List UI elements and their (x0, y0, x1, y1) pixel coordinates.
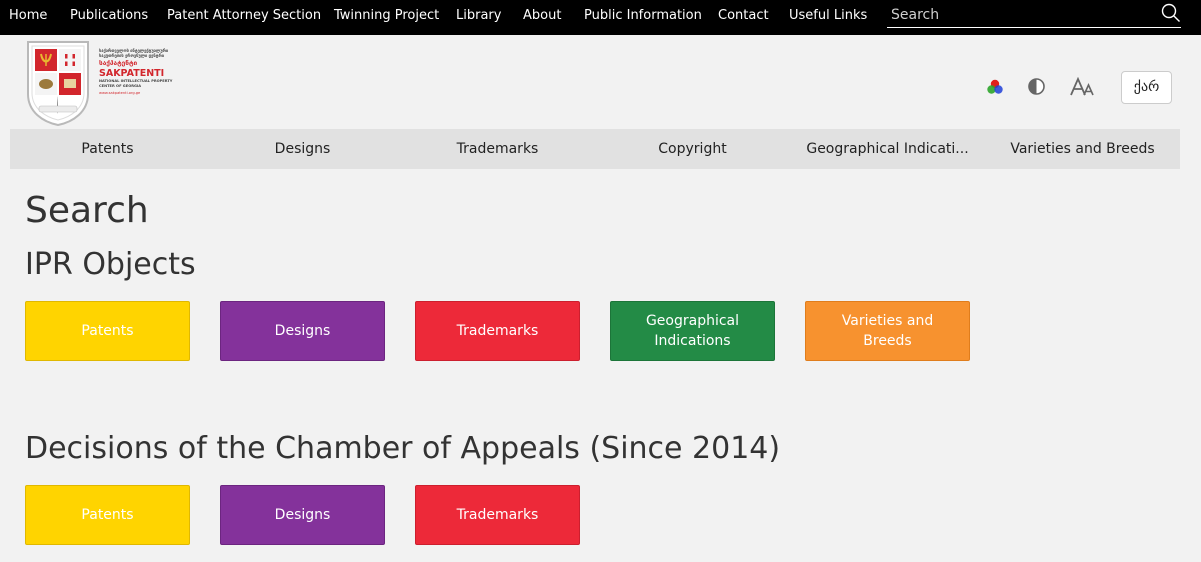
search-icon[interactable] (1161, 3, 1181, 23)
ipr-tile-trademarks[interactable]: Trademarks (415, 301, 580, 361)
language-switch-button[interactable]: ქარ (1121, 71, 1172, 104)
nav-publications[interactable]: Publications (70, 0, 148, 32)
search-input[interactable] (891, 4, 1151, 26)
ipr-tile-designs[interactable]: Designs (220, 301, 385, 361)
sakpatenti-emblem[interactable] (25, 38, 91, 127)
logo-brand: SAKPATENTI (99, 68, 165, 79)
nav-home[interactable]: Home (9, 0, 47, 32)
nav-twinning-project[interactable]: Twinning Project (334, 0, 439, 32)
color-scheme-icon[interactable] (986, 78, 1004, 100)
logo-georgian-name: საქპატენტი (99, 59, 138, 67)
category-navigation: Patents Designs Trademarks Copyright Geo… (10, 129, 1180, 169)
appeals-decisions-heading: Decisions of the Chamber of Appeals (Sin… (25, 431, 781, 466)
logo-url: www.sakpatenti.org.ge (99, 91, 141, 95)
nav-patent-attorney-section[interactable]: Patent Attorney Section (167, 0, 321, 32)
category-copyright[interactable]: Copyright (595, 129, 790, 169)
ipr-tile-varieties-and-breeds[interactable]: Varieties and Breeds (805, 301, 970, 361)
category-patents[interactable]: Patents (10, 129, 205, 169)
top-navigation-bar: Home Publications Patent Attorney Sectio… (0, 0, 1201, 35)
nav-useful-links[interactable]: Useful Links (789, 0, 867, 32)
nav-public-information[interactable]: Public Information (584, 0, 702, 32)
appeals-tile-designs[interactable]: Designs (220, 485, 385, 545)
font-size-icon[interactable] (1070, 76, 1094, 101)
ipr-tile-geographical-indications[interactable]: Geographical Indications (610, 301, 775, 361)
ipr-tile-patents[interactable]: Patents (25, 301, 190, 361)
nav-library[interactable]: Library (456, 0, 501, 32)
category-designs[interactable]: Designs (205, 129, 400, 169)
ipr-objects-heading: IPR Objects (25, 247, 196, 282)
category-varieties-and-breeds[interactable]: Varieties and Breeds (985, 129, 1180, 169)
nav-about[interactable]: About (523, 0, 561, 32)
contrast-icon[interactable] (1027, 77, 1046, 100)
appeals-tile-patents[interactable]: Patents (25, 485, 190, 545)
appeals-tile-trademarks[interactable]: Trademarks (415, 485, 580, 545)
top-search (887, 2, 1181, 28)
logo-wordmark[interactable]: საქართველოს ინტელექტუალური საკუთრების ერ… (99, 48, 199, 96)
category-geographical-indications[interactable]: Geographical Indicati... (790, 129, 985, 169)
logo-subtitle-line-2: CENTER OF GEORGIA (99, 83, 142, 88)
logo-georgian-line-2: საკუთრების ეროვნული ცენტრი (99, 53, 165, 58)
nav-contact[interactable]: Contact (718, 0, 769, 32)
category-trademarks[interactable]: Trademarks (400, 129, 595, 169)
page-title: Search (25, 190, 149, 231)
